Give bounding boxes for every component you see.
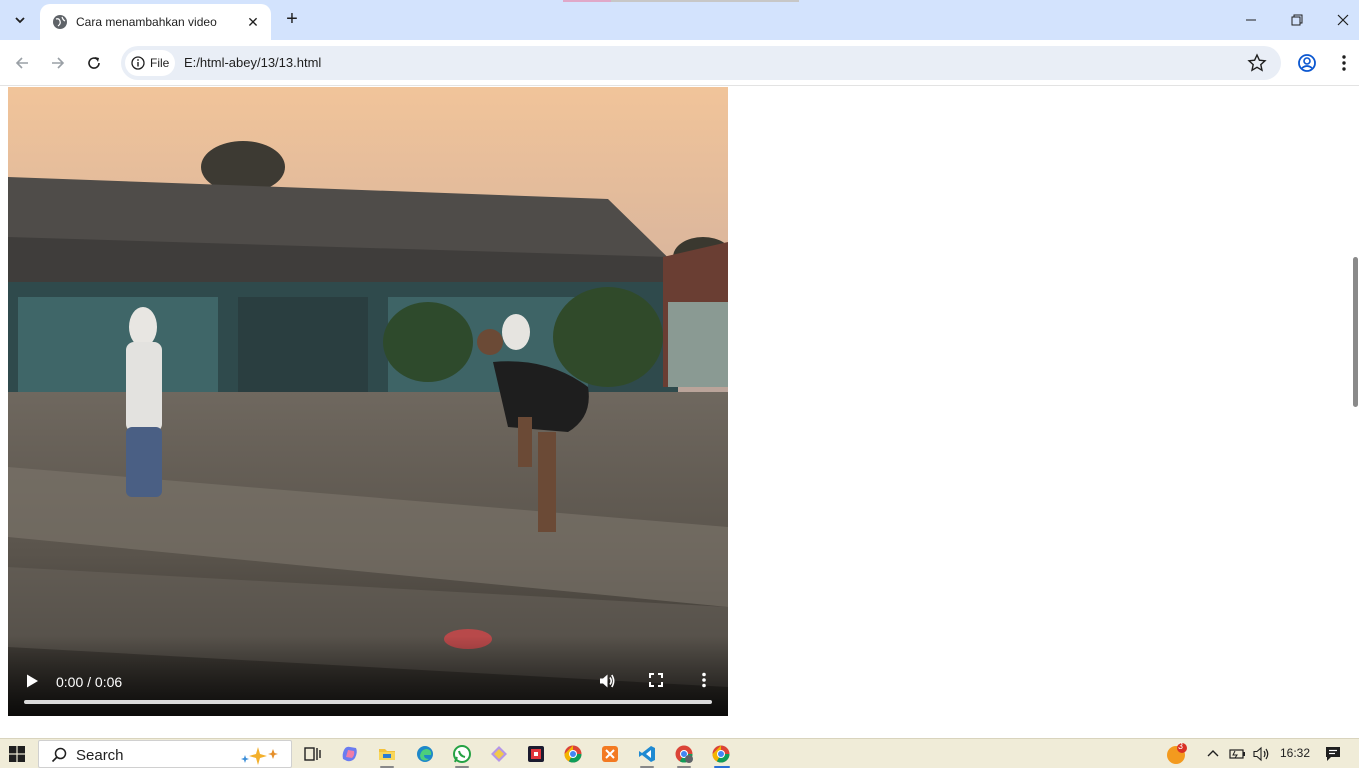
browser-toolbar: File E:/html-abey/13/13.html: [0, 40, 1359, 86]
back-button[interactable]: [8, 49, 36, 77]
fullscreen-icon[interactable]: [648, 672, 664, 688]
xampp-icon[interactable]: [600, 744, 620, 764]
chevron-down-icon: [15, 17, 25, 24]
video-player[interactable]: 0:00 / 0:06: [8, 87, 728, 716]
menu-button[interactable]: [1333, 52, 1355, 74]
close-window-button[interactable]: [1320, 0, 1359, 40]
whatsapp-icon[interactable]: [452, 744, 472, 764]
restore-button[interactable]: [1274, 0, 1320, 40]
reload-icon: [88, 57, 100, 69]
notification-center-icon[interactable]: [1324, 745, 1342, 763]
chip-label: File: [150, 56, 170, 70]
search-label: Search: [76, 747, 124, 764]
app-red-square-icon[interactable]: [526, 744, 546, 764]
search-icon: [51, 747, 67, 763]
new-tab-button[interactable]: +: [280, 8, 304, 32]
browser-tab[interactable]: Cara menambahkan video ✕: [40, 4, 271, 40]
clock[interactable]: 16:32: [1280, 746, 1310, 760]
reload-button[interactable]: [80, 49, 108, 77]
forward-button[interactable]: [44, 49, 72, 77]
copilot-icon[interactable]: [340, 744, 360, 764]
profile-icon: [1298, 54, 1316, 72]
tab-title: Cara menambahkan video: [76, 15, 217, 29]
speaker-icon[interactable]: [1253, 746, 1271, 762]
arrow-right-icon: [52, 57, 65, 69]
page-scrollbar[interactable]: [1352, 87, 1359, 738]
chrome-icon[interactable]: [563, 744, 583, 764]
close-tab-icon[interactable]: ✕: [245, 14, 261, 31]
file-explorer-icon[interactable]: [377, 744, 397, 764]
video-frame: [8, 87, 728, 716]
chevron-up-icon[interactable]: [1207, 748, 1219, 758]
tab-strip-indicator: [563, 0, 799, 2]
globe-icon: [53, 15, 67, 29]
minimize-button[interactable]: [1228, 0, 1274, 40]
video-controls: 0:00 / 0:06: [8, 636, 728, 716]
site-info-chip[interactable]: File: [125, 50, 175, 76]
profile-button[interactable]: [1296, 52, 1318, 74]
arrow-left-icon: [15, 57, 28, 69]
bookmark-star-icon[interactable]: [1247, 53, 1267, 73]
chrome-profile-icon[interactable]: [674, 744, 694, 764]
vscode-icon[interactable]: [637, 744, 657, 764]
weather-badge-icon[interactable]: [1166, 743, 1188, 765]
task-view-icon[interactable]: [302, 744, 322, 764]
chrome-active-icon[interactable]: [711, 744, 731, 764]
address-bar[interactable]: File E:/html-abey/13/13.html: [121, 46, 1281, 80]
restore-icon: [1291, 14, 1303, 26]
sparkle-icon: [241, 747, 278, 765]
tab-search-button[interactable]: [8, 8, 32, 32]
windows-start-icon[interactable]: [9, 746, 25, 762]
minimize-icon: [1246, 19, 1256, 21]
tab-strip: Cara menambahkan video ✕ +: [0, 0, 1359, 40]
url-text[interactable]: E:/html-abey/13/13.html: [184, 55, 321, 70]
app-diamond-icon[interactable]: [489, 744, 509, 764]
page-viewport: 0:00 / 0:06: [0, 87, 1352, 738]
scrollbar-thumb[interactable]: [1353, 257, 1358, 407]
play-icon[interactable]: [24, 673, 40, 689]
volume-icon[interactable]: [598, 672, 616, 690]
video-time: 0:00 / 0:06: [56, 674, 123, 690]
windows-taskbar: Search 3 16:32: [0, 738, 1359, 768]
video-progress-bar[interactable]: [24, 700, 712, 704]
more-options-icon[interactable]: [696, 672, 712, 688]
notification-count: 3: [1178, 741, 1184, 751]
kebab-menu-icon: [1342, 55, 1346, 71]
battery-icon[interactable]: [1229, 746, 1247, 762]
edge-icon[interactable]: [415, 744, 435, 764]
close-icon: [1337, 14, 1349, 26]
info-icon: [131, 56, 145, 70]
taskbar-search[interactable]: Search: [38, 740, 292, 768]
